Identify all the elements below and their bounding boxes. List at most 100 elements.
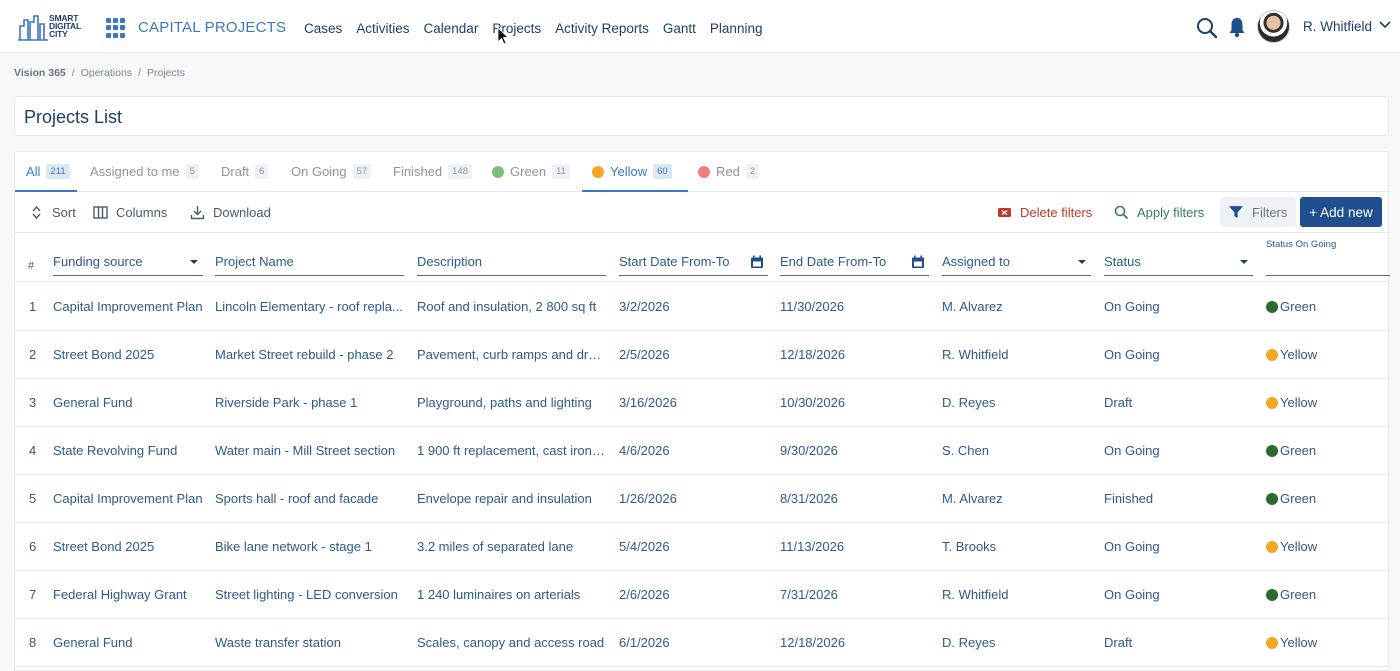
cell-status: Draft (1104, 395, 1133, 410)
status-dot-icon (1266, 541, 1278, 553)
col-end-date[interactable]: End Date From-To (780, 254, 929, 276)
mouse-cursor-icon (497, 27, 509, 45)
cell-start-date: 6/1/2026 (619, 635, 670, 650)
cell-status-flag: Green (1266, 587, 1386, 602)
tab-all-underline (15, 190, 77, 192)
nav-activity-reports[interactable]: Activity Reports (555, 21, 649, 36)
table-row[interactable]: 1 Capital Improvement Plan Lincoln Element… (15, 283, 1390, 331)
calendar-icon[interactable] (750, 254, 764, 270)
apply-filters-button[interactable]: Apply filters (1114, 205, 1204, 220)
col-project-name[interactable]: Project Name (215, 254, 404, 276)
tab-red[interactable]: Red 2 (698, 164, 760, 179)
cell-number: 7 (29, 587, 37, 602)
col-status-on-going[interactable] (1266, 254, 1390, 276)
status-flag-label: Green (1280, 299, 1317, 314)
col-description[interactable]: Description (417, 254, 606, 276)
status-flag-label: Yellow (1280, 635, 1318, 650)
chevron-down-icon[interactable] (1378, 20, 1392, 30)
nav-gantt[interactable]: Gantt (663, 21, 696, 36)
cell-project-name: Water main - Mill Street section (215, 443, 396, 458)
status-tabs: All 211 Assigned to me 5 Draft 6 On Going 57… (15, 152, 1390, 192)
apps-grid-icon[interactable] (106, 18, 126, 38)
cell-assigned-to: T. Brooks (942, 539, 997, 554)
col-status-on-going-label: Status On Going (1266, 239, 1337, 250)
nav-activities[interactable]: Activities (356, 21, 409, 36)
filter-icon (1229, 206, 1243, 218)
status-flag-label: Yellow (1280, 347, 1318, 362)
col-funding-source[interactable]: Funding source (53, 254, 203, 276)
cell-start-date: 1/26/2026 (619, 491, 677, 506)
cell-number: 3 (29, 395, 37, 410)
calendar-icon[interactable] (911, 254, 925, 270)
user-name[interactable]: R. Whitfield (1303, 19, 1372, 34)
cell-number: 2 (29, 347, 37, 362)
tab-assigned-to-me[interactable]: Assigned to me 5 (90, 164, 199, 179)
caret-down-icon[interactable] (1239, 254, 1249, 268)
nav-planning[interactable]: Planning (710, 21, 763, 36)
add-new-button[interactable]: + Add new (1300, 197, 1382, 227)
sort-icon (32, 205, 41, 220)
cell-funding-source: General Fund (53, 395, 133, 410)
top-bar: SMART DIGITAL CITY CAPITAL PROJECTS Case… (0, 0, 1400, 53)
projects-card: All 211 Assigned to me 5 Draft 6 On Going 57… (14, 151, 1390, 671)
search-icon[interactable] (1196, 17, 1218, 39)
bell-icon[interactable] (1228, 16, 1246, 38)
cell-start-date: 3/2/2026 (619, 299, 670, 314)
cell-assigned-to: R. Whitfield (942, 347, 1009, 362)
nav-calendar[interactable]: Calendar (424, 21, 479, 36)
table-row[interactable]: 4 State Revolving Fund Water main - Mill S… (15, 427, 1390, 475)
cell-start-date: 5/4/2026 (619, 539, 670, 554)
main-nav: Cases Activities Calendar Projects Activ… (304, 21, 762, 36)
cell-start-date: 2/6/2026 (619, 587, 670, 602)
table-row[interactable]: 3 General Fund Riverside Park - phase 1 Pla… (15, 379, 1390, 427)
logo-text: SMART DIGITAL CITY (49, 13, 81, 39)
table-header: # Funding source Project Name Descriptio… (15, 234, 1390, 282)
status-dot-icon (1266, 445, 1278, 457)
tab-finished[interactable]: Finished 148 (393, 164, 472, 179)
cell-number: 4 (29, 443, 37, 458)
tab-yellow-underline (582, 190, 688, 192)
delete-filters-button[interactable]: Delete filters (997, 205, 1092, 220)
table-row[interactable]: 5 Capital Improvement Plan Sports hall - r… (15, 475, 1390, 523)
cell-status: On Going (1104, 299, 1160, 314)
avatar[interactable] (1257, 10, 1290, 43)
tab-green[interactable]: Green 11 (492, 164, 571, 179)
caret-down-icon[interactable] (1077, 254, 1087, 268)
sort-button[interactable]: Sort (29, 205, 76, 220)
cell-project-name: Street lighting - LED conversion (215, 587, 398, 602)
download-button[interactable]: Download (190, 205, 271, 220)
cell-end-date: 12/18/2026 (780, 347, 846, 362)
status-flag-label: Green (1280, 491, 1317, 506)
tab-yellow[interactable]: Yellow 60 (592, 164, 672, 179)
caret-down-icon[interactable] (189, 254, 199, 268)
tab-draft[interactable]: Draft 6 (221, 164, 269, 179)
tab-all[interactable]: All 211 (26, 164, 70, 179)
table-row[interactable]: 6 Street Bond 2025 Bike lane network - sta… (15, 523, 1390, 571)
status-dot-icon (1266, 397, 1278, 409)
breadcrumb-vision365[interactable]: Vision 365 (14, 67, 66, 79)
cell-funding-source: Capital Improvement Plan (53, 491, 203, 506)
filters-button[interactable]: Filters (1220, 197, 1296, 227)
cell-status: On Going (1104, 347, 1160, 362)
status-dot-icon (1266, 637, 1278, 649)
table-row[interactable]: 7 Federal Highway Grant Street lighting - … (15, 571, 1390, 619)
nav-cases[interactable]: Cases (304, 21, 342, 36)
download-icon (190, 206, 205, 220)
tab-on-going[interactable]: On Going 57 (291, 164, 372, 179)
cell-project-name: Lincoln Elementary - roof repla... (215, 299, 403, 314)
col-assigned-to[interactable]: Assigned to (942, 254, 1091, 276)
table-row[interactable]: 8 General Fund Waste transfer station Scale… (15, 619, 1390, 667)
cell-end-date: 12/18/2026 (780, 635, 846, 650)
breadcrumb-operations[interactable]: Operations (81, 67, 132, 79)
app-title[interactable]: CAPITAL PROJECTS (138, 19, 286, 36)
status-dot-icon (1266, 589, 1278, 601)
cell-project-name: Riverside Park - phase 1 (215, 395, 358, 410)
col-start-date[interactable]: Start Date From-To (619, 254, 768, 276)
col-status[interactable]: Status (1104, 254, 1253, 276)
table-row[interactable]: 2 Street Bond 2025 Market Street rebuild -… (15, 331, 1390, 379)
cell-description: Roof and insulation, 2 800 sq ft (417, 299, 597, 314)
breadcrumb-projects[interactable]: Projects (147, 67, 185, 79)
columns-button[interactable]: Columns (93, 205, 167, 220)
status-dot-icon (1266, 349, 1278, 361)
cell-status-flag: Green (1266, 443, 1386, 458)
